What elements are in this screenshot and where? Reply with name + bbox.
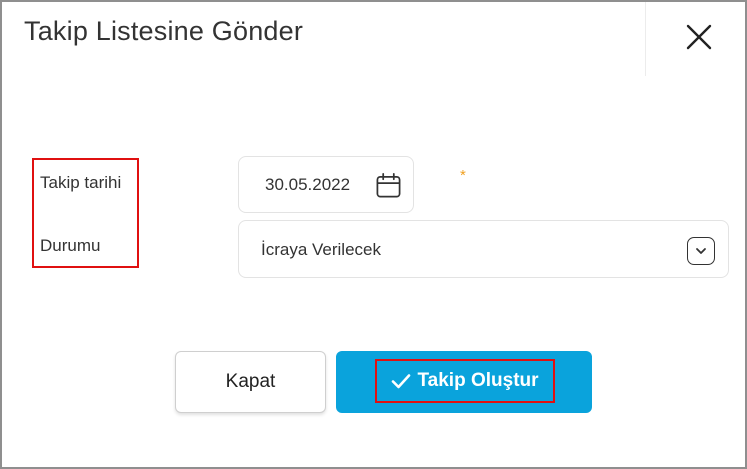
send-to-follow-up-dialog: Takip Listesine Gönder Takip tarihi Duru…	[0, 0, 747, 469]
date-value: 30.05.2022	[265, 175, 351, 194]
close-dialog-button[interactable]	[678, 16, 720, 58]
close-button[interactable]: Kapat	[175, 351, 326, 413]
status-select-value: İcraya Verilecek	[261, 240, 381, 259]
calendar-icon[interactable]	[375, 172, 402, 199]
date-label: Takip tarihi	[40, 173, 122, 192]
status-select[interactable]: İcraya Verilecek	[238, 220, 729, 278]
date-field[interactable]: 30.05.2022	[238, 156, 414, 213]
check-icon	[392, 374, 411, 389]
create-button-highlight-box: Takip Oluştur	[375, 359, 555, 403]
chevron-down-icon[interactable]	[687, 237, 715, 265]
create-follow-up-button[interactable]: Takip Oluştur	[336, 351, 592, 413]
header-divider	[645, 2, 646, 76]
required-indicator: *	[460, 167, 466, 184]
dialog-title: Takip Listesine Gönder	[24, 16, 304, 46]
create-button-label: Takip Oluştur	[417, 370, 539, 391]
status-label: Durumu	[40, 236, 101, 255]
close-icon	[686, 24, 712, 50]
